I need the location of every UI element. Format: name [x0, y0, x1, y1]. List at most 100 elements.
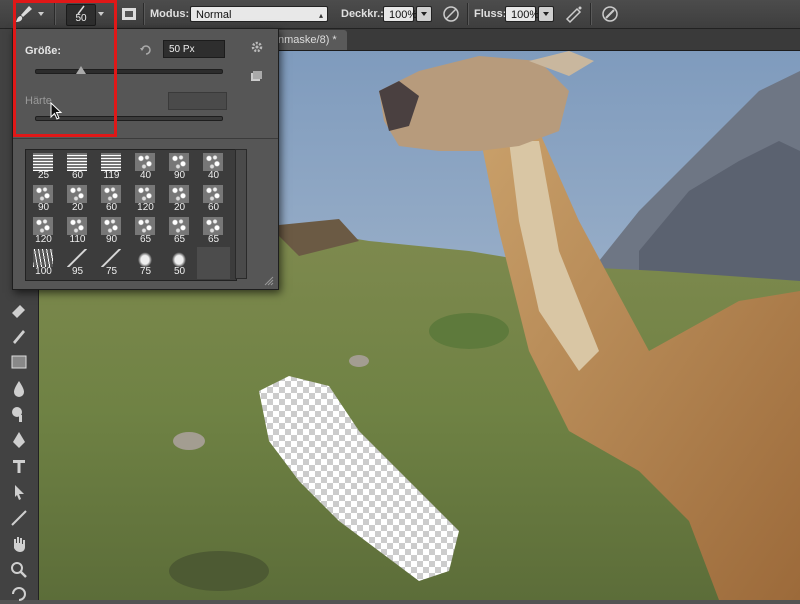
brush-preset-size: 50: [173, 266, 186, 277]
brush-tip-spray-icon: [203, 153, 223, 171]
brush-preset-item[interactable]: 25: [27, 151, 60, 183]
brush-preset-size: 110: [69, 234, 86, 245]
brush-tip-spray-icon: [135, 185, 155, 203]
brush-preset-item[interactable]: 75: [95, 247, 128, 279]
opacity-label: Deckkr.:: [341, 8, 384, 20]
brush-preset-item[interactable]: 20: [61, 183, 94, 215]
brush-preset-size: 90: [173, 170, 186, 181]
brush-preset-item[interactable]: 110: [61, 215, 94, 247]
brush-preset-item[interactable]: 119: [95, 151, 128, 183]
brush-preset-item[interactable]: 60: [61, 151, 94, 183]
document-tab[interactable]: nmaske/8) *: [268, 30, 347, 50]
gear-icon[interactable]: [250, 40, 264, 54]
flow-value: 100%: [511, 9, 540, 21]
brush-tip-dots-icon: [101, 153, 121, 171]
brush-preset-size: 90: [37, 202, 50, 213]
eraser-tool-icon[interactable]: [9, 300, 29, 320]
zoom-tool-icon[interactable]: [9, 560, 29, 580]
brush-preset-size: 25: [37, 170, 50, 181]
brush-preset-item[interactable]: 100: [27, 247, 60, 279]
brush-presets-grid: 25 60 119 40 90 40 90 20 60 120 20 60 120 110 90 65 65 65…: [25, 149, 237, 281]
type-tool-icon[interactable]: [9, 456, 29, 476]
pen-tool-icon[interactable]: [9, 430, 29, 450]
hand-tool-icon[interactable]: [9, 534, 29, 554]
pressure-opacity-icon[interactable]: [441, 4, 461, 24]
brush-preset-size: 20: [71, 202, 84, 213]
blur-tool-icon[interactable]: [9, 378, 29, 398]
presets-scrollbar[interactable]: [235, 149, 247, 279]
brush-preset-item[interactable]: 75: [129, 247, 162, 279]
brush-tip-line-icon: [101, 249, 121, 267]
brush-tip-leaf-icon: [135, 249, 155, 267]
opacity-field[interactable]: 100%: [383, 6, 418, 22]
brush-tip-spray-icon: [33, 185, 53, 203]
brush-preset-size: 60: [71, 170, 84, 181]
brush-tip-spray-icon: [135, 153, 155, 171]
brush-tip-spray-icon: [67, 217, 87, 235]
airbrush-icon[interactable]: [564, 4, 584, 24]
brush-preset-size: 75: [139, 266, 152, 277]
brush-tip-spray-icon: [67, 185, 87, 203]
brush-preset-item[interactable]: 60: [197, 183, 230, 215]
brush-preset-size: 120: [35, 234, 52, 245]
brush-preset-item[interactable]: 65: [197, 215, 230, 247]
resize-grip-icon[interactable]: [263, 275, 274, 286]
brush-preset-size: 40: [139, 170, 152, 181]
brush-preset-item[interactable]: 40: [129, 151, 162, 183]
brush-preset-item[interactable]: 20: [163, 183, 196, 215]
brush-tip-spray-icon: [203, 185, 223, 203]
brush-preset-item[interactable]: 95: [61, 247, 94, 279]
brush-preset-item[interactable]: 120: [129, 183, 162, 215]
brush-tip-spray-icon: [101, 217, 121, 235]
brush-preset-size: 65: [173, 234, 186, 245]
brush-preset-size: 120: [137, 202, 154, 213]
brush-preset-item[interactable]: 60: [95, 183, 128, 215]
brush-tip-leaf-icon: [169, 249, 189, 267]
brush-tip-spray-icon: [169, 217, 189, 235]
path-selection-tool-icon[interactable]: [9, 482, 29, 502]
brush-preset-size: 60: [105, 202, 118, 213]
flow-dropdown[interactable]: [538, 6, 554, 22]
opacity-value: 100%: [389, 9, 418, 21]
document-tab-title: nmaske/8) *: [278, 34, 337, 46]
brush-settings-icon[interactable]: [119, 4, 139, 24]
brush-preset-empty-slot: [197, 247, 230, 279]
new-preset-icon[interactable]: [249, 69, 263, 83]
flow-field[interactable]: 100%: [505, 6, 540, 22]
hardness-input: [168, 92, 227, 110]
brush-preset-item[interactable]: 40: [197, 151, 230, 183]
brush-preset-size: 20: [173, 202, 186, 213]
flow-label: Fluss:: [474, 8, 507, 20]
brush-tip-spray-icon: [135, 217, 155, 235]
brush-preset-item[interactable]: 50: [163, 247, 196, 279]
brush-preset-item[interactable]: 65: [129, 215, 162, 247]
rotate-view-tool-icon[interactable]: [9, 584, 29, 604]
brush-preset-size: 65: [207, 234, 220, 245]
brush-preset-size: 40: [207, 170, 220, 181]
mode-select[interactable]: Normal ▴: [190, 6, 328, 22]
brush-preset-item[interactable]: 120: [27, 215, 60, 247]
brush-preset-item[interactable]: 90: [27, 183, 60, 215]
pressure-size-icon[interactable]: [600, 4, 620, 24]
brush-preset-size: 95: [71, 266, 84, 277]
brush-tip-spray-icon: [203, 217, 223, 235]
history-brush-tool-icon[interactable]: [9, 326, 29, 346]
reset-icon[interactable]: [138, 42, 154, 58]
brush-preset-size: 100: [35, 266, 52, 277]
size-input[interactable]: 50 Px: [163, 40, 225, 58]
brush-preset-item[interactable]: 90: [163, 151, 196, 183]
brush-tip-grass-icon: [33, 249, 53, 267]
brush-tip-spray-icon: [169, 153, 189, 171]
gradient-tool-icon[interactable]: [9, 352, 29, 372]
dodge-tool-icon[interactable]: [9, 404, 29, 424]
brush-preset-size: 65: [139, 234, 152, 245]
size-value: 50 Px: [169, 44, 195, 55]
opacity-dropdown[interactable]: [416, 6, 432, 22]
brush-tip-spray-icon: [169, 185, 189, 203]
brush-preset-size: 119: [103, 170, 120, 181]
brush-tip-spray-icon: [101, 185, 121, 203]
brush-preset-item[interactable]: 90: [95, 215, 128, 247]
highlight-box: [13, 0, 117, 137]
line-tool-icon[interactable]: [9, 508, 29, 528]
brush-preset-item[interactable]: 65: [163, 215, 196, 247]
